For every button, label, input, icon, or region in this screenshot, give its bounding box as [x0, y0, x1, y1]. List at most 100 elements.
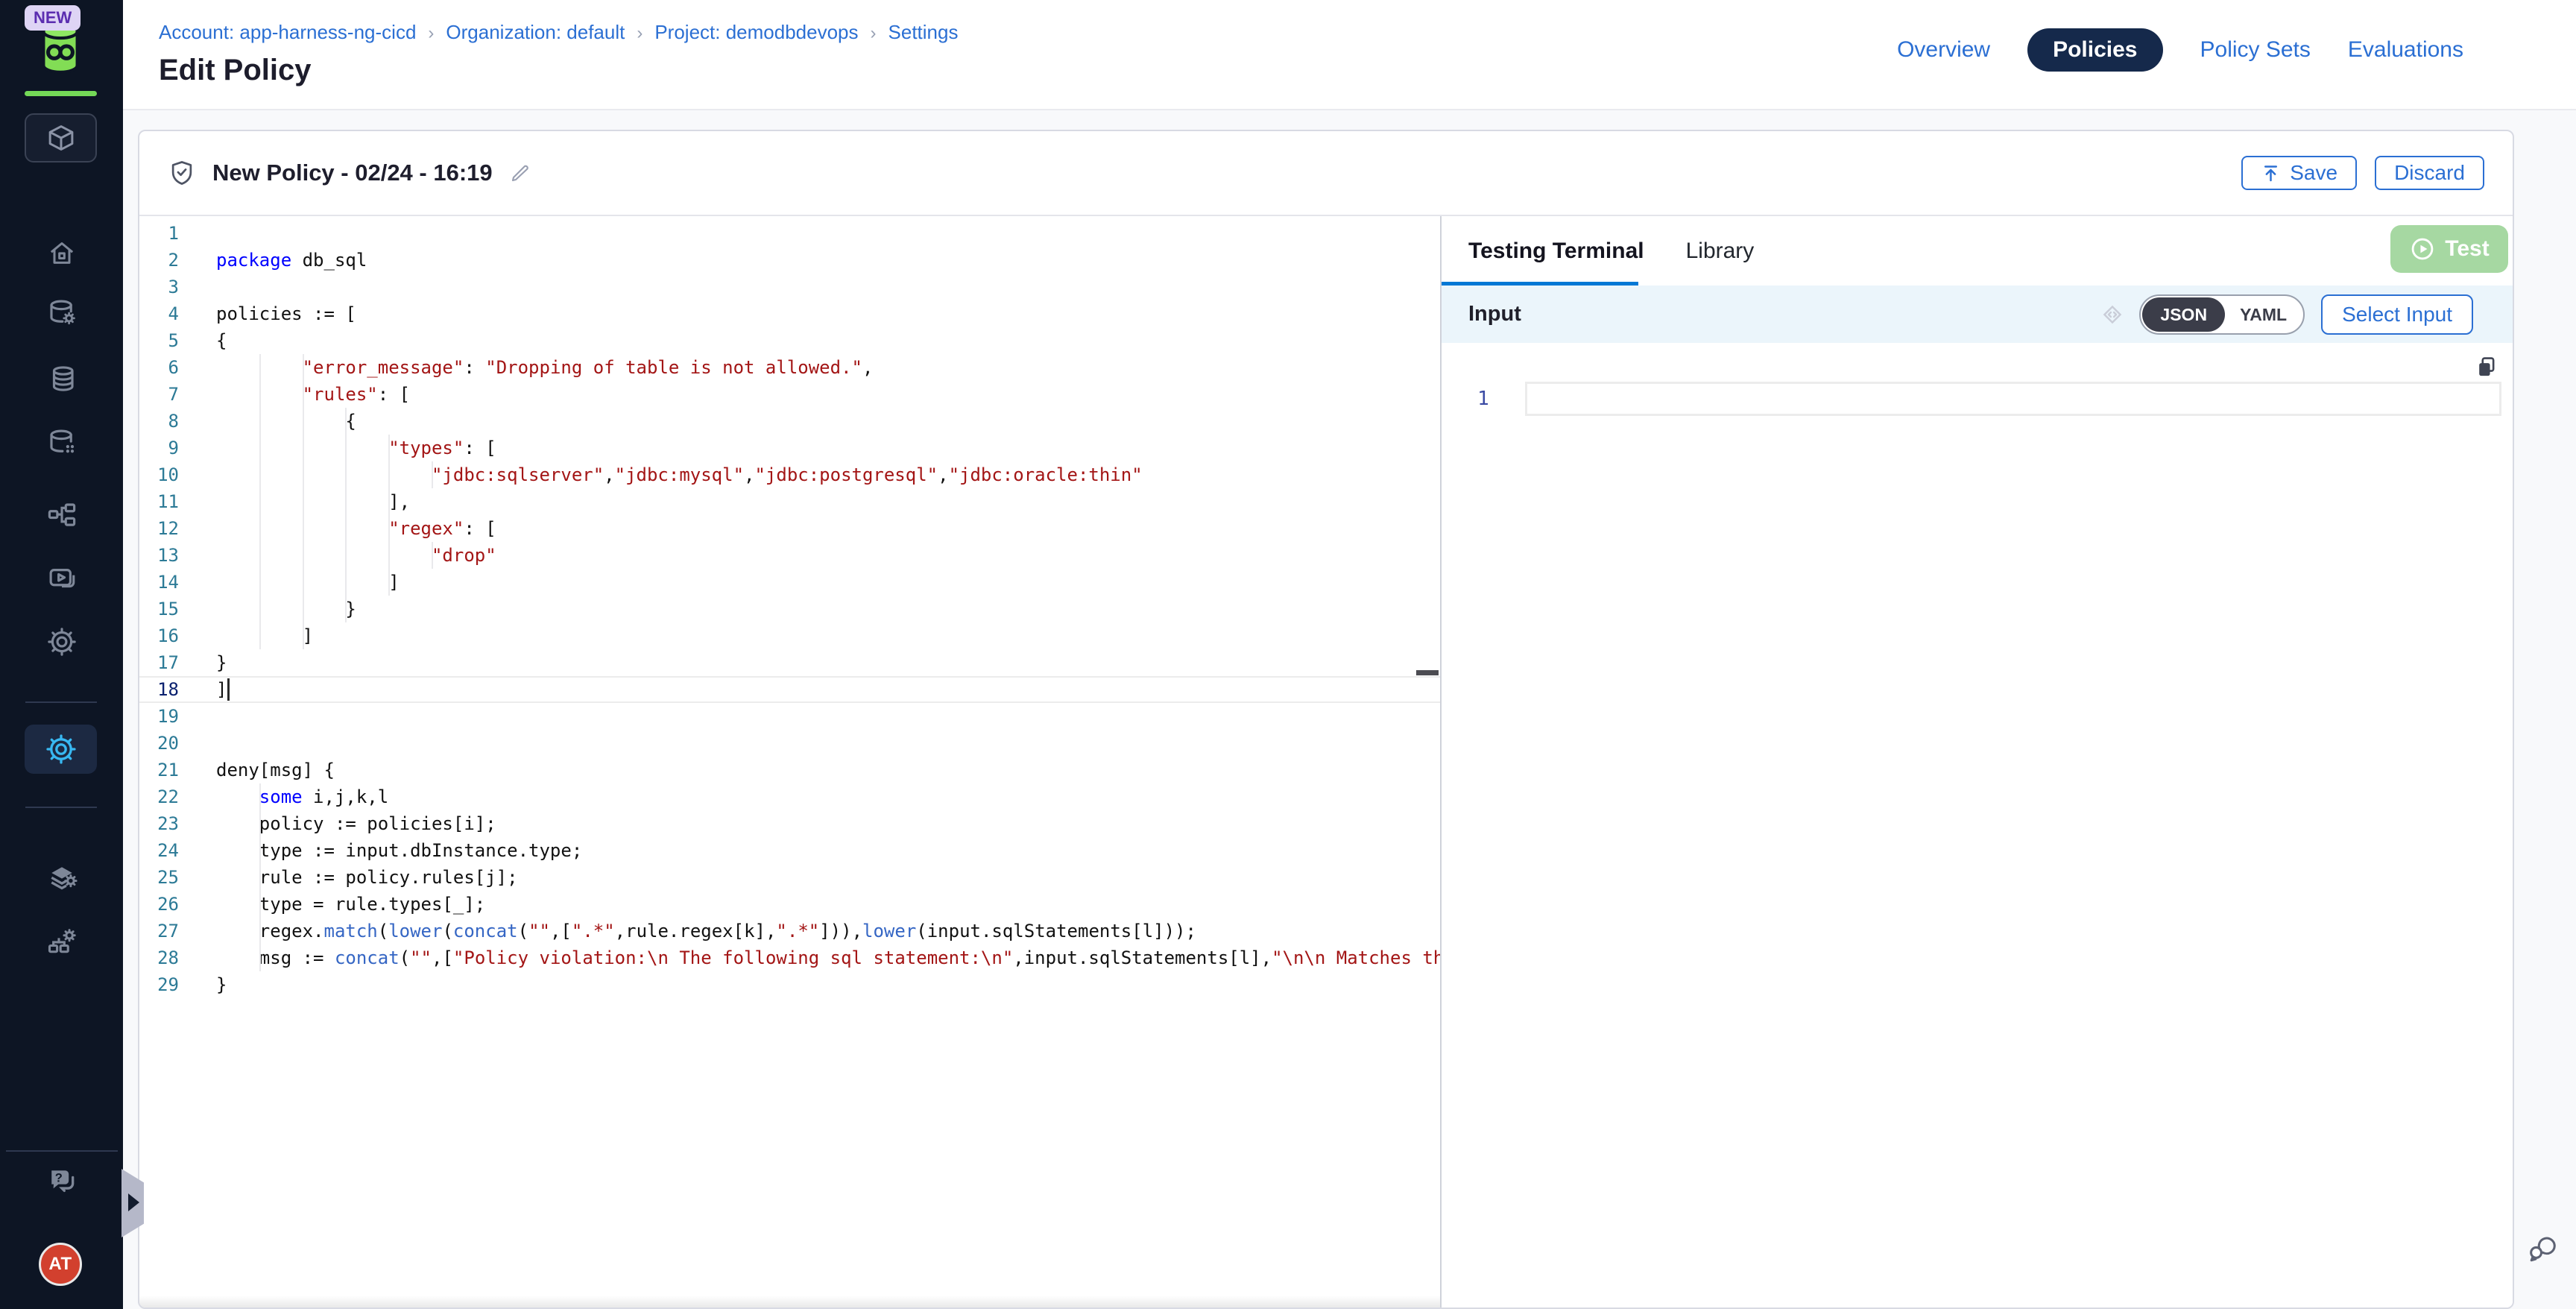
test-button[interactable]: Test [2390, 225, 2508, 273]
code-line[interactable]: 17} [139, 649, 1440, 676]
nav-tab-policy-sets[interactable]: Policy Sets [2200, 37, 2311, 63]
policy-toolbar: New Policy - 02/24 - 16:19 Save Discard [139, 131, 2513, 216]
text-cursor [227, 678, 230, 701]
code-line[interactable]: 1 [139, 220, 1440, 247]
line-number: 22 [139, 783, 216, 810]
sidebar-item-org-structure[interactable] [0, 925, 123, 958]
line-number: 11 [139, 488, 216, 515]
sidebar-item-db-schemas[interactable] [0, 426, 123, 458]
format-option-yaml[interactable]: YAML [2225, 297, 2302, 332]
code-line[interactable]: 27 regex.match(lower(concat("",[".*",rul… [139, 918, 1440, 944]
breadcrumb-item[interactable]: Organization: default [446, 21, 625, 43]
copy-icon[interactable] [2475, 355, 2498, 380]
code-line[interactable]: 12 "regex": [ [139, 515, 1440, 542]
module-cube-button[interactable] [25, 113, 97, 163]
nav-tab-evaluations[interactable]: Evaluations [2348, 37, 2463, 63]
line-number: 29 [139, 971, 216, 998]
nav-tab-overview[interactable]: Overview [1897, 37, 1990, 63]
nav-tabs: Overview Policies Policy Sets Evaluations [1897, 28, 2463, 72]
policy-code-editor[interactable]: 12package db_sql34policies := [5{6 "erro… [139, 216, 1440, 1308]
code-line[interactable]: 2package db_sql [139, 247, 1440, 274]
save-button[interactable]: Save [2241, 156, 2357, 190]
line-number: 12 [139, 515, 216, 542]
chat-bubbles-icon [2525, 1231, 2560, 1266]
new-badge: NEW [25, 5, 80, 31]
policy-name: New Policy - 02/24 - 16:19 [212, 160, 493, 186]
breadcrumb-separator: › [871, 23, 877, 43]
tab-testing-terminal[interactable]: Testing Terminal [1468, 239, 1644, 264]
code-line[interactable]: 11 ], [139, 488, 1440, 515]
code-line[interactable]: 25 rule := policy.rules[j]; [139, 864, 1440, 891]
layers-gear-icon [45, 861, 78, 894]
sidebar-item-help[interactable]: ? [0, 1164, 123, 1197]
breadcrumb-item[interactable]: Settings [888, 21, 959, 43]
code-line[interactable]: 8 { [139, 408, 1440, 435]
tab-library[interactable]: Library [1686, 239, 1755, 264]
format-option-json[interactable]: JSON [2142, 297, 2225, 332]
code-line[interactable]: 21deny[msg] { [139, 757, 1440, 783]
indent-guide [388, 461, 390, 488]
avatar[interactable]: AT [39, 1243, 82, 1286]
code-line[interactable]: 18] [139, 676, 1440, 703]
breadcrumb-item[interactable]: Account: app-harness-ng-cicd [159, 21, 416, 43]
database-dots-icon [46, 426, 78, 458]
code-line[interactable]: 5{ [139, 327, 1440, 354]
indent-guide [303, 542, 304, 569]
nav-tab-policies[interactable]: Policies [2027, 28, 2162, 72]
code-line[interactable]: 24 type := input.dbInstance.type; [139, 837, 1440, 864]
line-number: 4 [139, 300, 216, 327]
line-number: 15 [139, 596, 216, 622]
input-line-number: 1 [1442, 388, 1525, 410]
code-line[interactable]: 16 ] [139, 622, 1440, 649]
code-line[interactable]: 28 msg := concat("",["Policy violation:\… [139, 944, 1440, 971]
code-line[interactable]: 29} [139, 971, 1440, 998]
line-number: 23 [139, 810, 216, 837]
testing-panel: Testing Terminal Library Test Input JSONY… [1442, 216, 2513, 1308]
code-line[interactable]: 26 type = rule.types[_]; [139, 891, 1440, 918]
cube-icon [45, 122, 77, 154]
code-line[interactable]: 15 } [139, 596, 1440, 622]
indent-guide [259, 622, 261, 649]
indent-guide [345, 542, 347, 569]
discard-button[interactable]: Discard [2375, 156, 2484, 190]
sidebar-item-db-instances[interactable] [0, 297, 123, 328]
sidebar-item-pipelines[interactable] [0, 499, 123, 531]
code-line[interactable]: 20 [139, 730, 1440, 757]
video-play-icon [46, 563, 78, 594]
code-line[interactable]: 3 [139, 274, 1440, 300]
sidebar-item-project-settings-active[interactable] [25, 725, 97, 774]
policy-card: New Policy - 02/24 - 16:19 Save Discard … [138, 130, 2514, 1309]
code-line[interactable]: 14 ] [139, 569, 1440, 596]
indent-guide [345, 408, 347, 435]
line-number: 20 [139, 730, 216, 757]
sidebar-item-policies[interactable] [0, 861, 123, 894]
line-number: 16 [139, 622, 216, 649]
code-line[interactable]: 6 "error_message": "Dropping of table is… [139, 354, 1440, 381]
code-line[interactable]: 13 "drop" [139, 542, 1440, 569]
code-line[interactable]: 10 "jdbc:sqlserver","jdbc:mysql","jdbc:p… [139, 461, 1440, 488]
sidebar-item-databases[interactable] [0, 363, 123, 394]
code-line[interactable]: 7 "rules": [ [139, 381, 1440, 408]
code-line[interactable]: 9 "types": [ [139, 435, 1440, 461]
code-line[interactable]: 22 some i,j,k,l [139, 783, 1440, 810]
code-line[interactable]: 23 policy := policies[i]; [139, 810, 1440, 837]
indent-guide [259, 864, 261, 891]
sidebar-item-home[interactable] [0, 238, 123, 268]
chat-fab[interactable] [2525, 1231, 2560, 1266]
code-diamond-icon[interactable] [2099, 301, 2126, 328]
input-label: Input [1468, 302, 1521, 327]
select-input-button[interactable]: Select Input [2321, 294, 2473, 335]
breadcrumb-item[interactable]: Project: demodbdevops [654, 21, 858, 43]
edit-pencil-icon[interactable] [509, 162, 531, 184]
line-number: 25 [139, 864, 216, 891]
input-field[interactable] [1525, 382, 2501, 416]
indent-guide [259, 515, 261, 542]
indent-guide [432, 461, 433, 488]
line-number: 13 [139, 542, 216, 569]
indent-guide [345, 461, 347, 488]
sidebar-item-settings[interactable] [0, 626, 123, 657]
code-line[interactable]: 4policies := [ [139, 300, 1440, 327]
sidebar-item-executions[interactable] [0, 563, 123, 594]
line-number: 28 [139, 944, 216, 971]
code-line[interactable]: 19 [139, 703, 1440, 730]
